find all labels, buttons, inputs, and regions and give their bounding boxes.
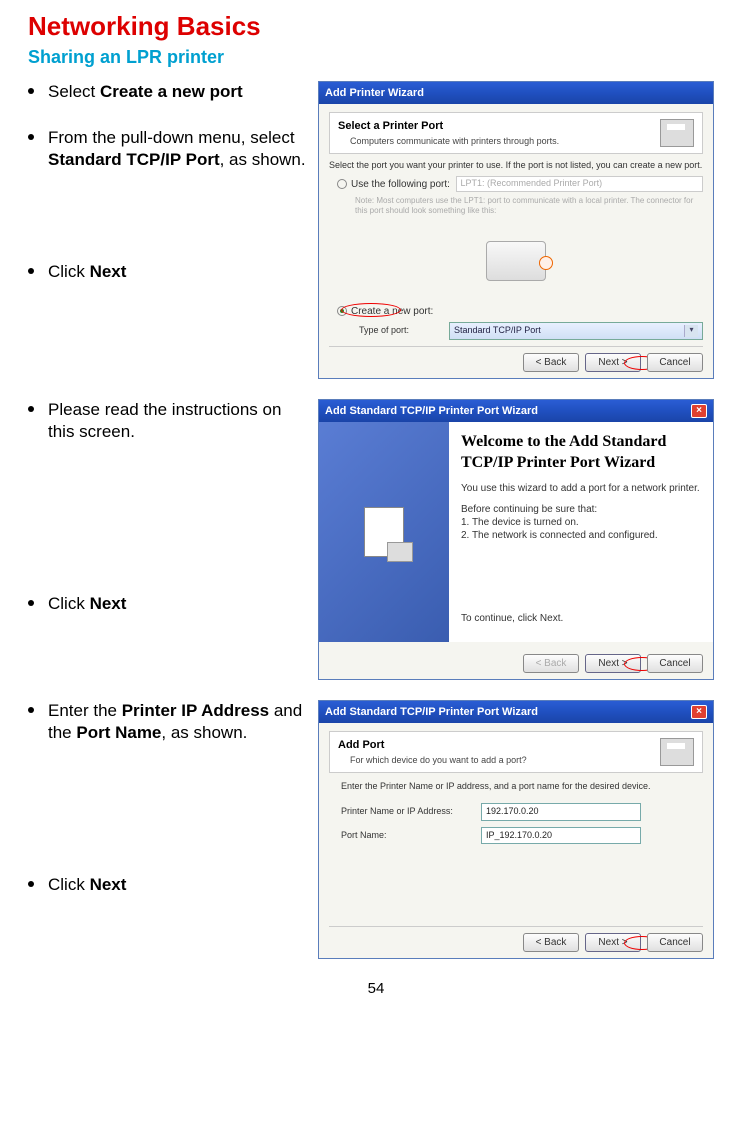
radio-label: Use the following port: (351, 178, 450, 191)
close-icon[interactable]: × (691, 404, 707, 418)
add-printer-wizard-dialog: Add Printer Wizard Select a Printer Port… (318, 81, 714, 378)
printer-icon (660, 119, 694, 147)
bullet-text: Please read the instructions on this scr… (48, 399, 308, 443)
wizard-heading: Welcome to the Add Standard TCP/IP Print… (461, 432, 701, 474)
wizard-line: 2. The network is connected and configur… (461, 529, 701, 542)
bullet-text: Click Next (48, 261, 308, 283)
wizard-line: 1. The device is turned on. (461, 516, 701, 529)
bullet-dot (28, 600, 34, 606)
type-of-port-label: Type of port: (359, 325, 449, 337)
dialog-desc: Select the port you want your printer to… (329, 160, 703, 172)
back-button[interactable]: < Back (523, 933, 579, 952)
section2-instructions: Please read the instructions on this scr… (28, 399, 318, 639)
type-of-port-row: Type of port: Standard TCP/IP Port ▾ (345, 322, 703, 340)
bullet: Select Create a new port (28, 81, 308, 103)
cancel-button[interactable]: Cancel (647, 353, 703, 372)
wizard-sidebar (319, 422, 449, 642)
bullet-dot (28, 134, 34, 140)
highlight-circle (341, 303, 401, 317)
printer-address-input[interactable]: 192.170.0.20 (481, 803, 641, 821)
header-title: Add Port (338, 738, 527, 752)
back-button: < Back (523, 654, 579, 673)
bullet: Enter the Printer IP Address and the Por… (28, 700, 308, 744)
next-button[interactable]: Next > (585, 933, 641, 952)
bullet: Click Next (28, 261, 308, 283)
use-following-port-radio[interactable]: Use the following port: LPT1: (Recommend… (337, 176, 703, 192)
bullet: Click Next (28, 593, 308, 615)
header-sub: Computers communicate with printers thro… (338, 136, 559, 148)
wizard-line: You use this wizard to add a port for a … (461, 482, 701, 495)
bullet-dot (28, 707, 34, 713)
printer-icon (660, 738, 694, 766)
section1-instructions: Select Create a new port From the pull-d… (28, 81, 318, 307)
chevron-down-icon: ▾ (684, 325, 698, 337)
page-number: 54 (28, 979, 724, 999)
illus-printer-icon (486, 241, 546, 281)
field-label: Printer Name or IP Address: (341, 806, 481, 818)
heading: Networking Basics (28, 10, 724, 44)
bullet-dot (28, 406, 34, 412)
header-title: Select a Printer Port (338, 119, 559, 133)
tcpip-wizard-addport-dialog: Add Standard TCP/IP Printer Port Wizard … (318, 700, 714, 959)
wizard-printer-icon (364, 507, 404, 557)
titlebar: Add Standard TCP/IP Printer Port Wizard … (319, 701, 713, 723)
port-type-select[interactable]: Standard TCP/IP Port ▾ (449, 322, 703, 340)
bullet: Click Next (28, 874, 308, 896)
cancel-button[interactable]: Cancel (647, 933, 703, 952)
field-label: Port Name: (341, 830, 481, 842)
bullet-text: Click Next (48, 593, 308, 615)
port-name-row: Port Name: IP_192.170.0.20 (341, 827, 703, 845)
dialog-buttons: < Back Next > Cancel (329, 926, 703, 952)
bullet-text: Select Create a new port (48, 81, 308, 103)
bullet: From the pull-down menu, select Standard… (28, 127, 308, 171)
printer-address-row: Printer Name or IP Address: 192.170.0.20 (341, 803, 703, 821)
titlebar: Add Standard TCP/IP Printer Port Wizard … (319, 400, 713, 422)
bullet-dot (28, 881, 34, 887)
titlebar: Add Printer Wizard (319, 82, 713, 104)
subheading: Sharing an LPR printer (28, 46, 724, 69)
section3-instructions: Enter the Printer IP Address and the Por… (28, 700, 318, 920)
dialog-desc: Enter the Printer Name or IP address, an… (341, 781, 703, 793)
bullet-text: Enter the Printer IP Address and the Por… (48, 700, 308, 744)
header-sub: For which device do you want to add a po… (338, 755, 527, 767)
opt1-note: Note: Most computers use the LPT1: port … (355, 196, 703, 217)
dialog-title: Add Standard TCP/IP Printer Port Wizard (325, 404, 538, 418)
port-illustration (329, 221, 703, 301)
dialog-header: Add Port For which device do you want to… (329, 731, 703, 773)
bullet-text: From the pull-down menu, select Standard… (48, 127, 308, 171)
port-dropdown-disabled: LPT1: (Recommended Printer Port) (456, 176, 703, 192)
create-new-port-radio[interactable]: Create a new port: (337, 305, 703, 318)
dialog-buttons: < Back Next > Cancel (329, 346, 703, 372)
dialog-buttons: < Back Next > Cancel (329, 648, 703, 673)
wizard-body: Welcome to the Add Standard TCP/IP Print… (319, 422, 713, 642)
bullet-dot (28, 268, 34, 274)
dialog-header: Select a Printer Port Computers communic… (329, 112, 703, 154)
select-value: Standard TCP/IP Port (454, 325, 541, 337)
next-button[interactable]: Next > (585, 654, 641, 673)
dialog-title: Add Standard TCP/IP Printer Port Wizard (325, 705, 538, 719)
dialog-title: Add Printer Wizard (325, 86, 424, 100)
wizard-line: Before continuing be sure that: (461, 503, 701, 516)
close-icon[interactable]: × (691, 705, 707, 719)
bullet: Please read the instructions on this scr… (28, 399, 308, 443)
wizard-continue: To continue, click Next. (461, 612, 701, 625)
illus-connector-icon (539, 256, 553, 270)
wizard-content: Welcome to the Add Standard TCP/IP Print… (449, 422, 713, 642)
bullet-dot (28, 88, 34, 94)
bullet-text: Click Next (48, 874, 308, 896)
radio-label: Create a new port: (351, 305, 433, 318)
back-button[interactable]: < Back (523, 353, 579, 372)
port-name-input[interactable]: IP_192.170.0.20 (481, 827, 641, 845)
cancel-button[interactable]: Cancel (647, 654, 703, 673)
radio-icon (337, 179, 347, 189)
next-button[interactable]: Next > (585, 353, 641, 372)
tcpip-wizard-welcome-dialog: Add Standard TCP/IP Printer Port Wizard … (318, 399, 714, 680)
